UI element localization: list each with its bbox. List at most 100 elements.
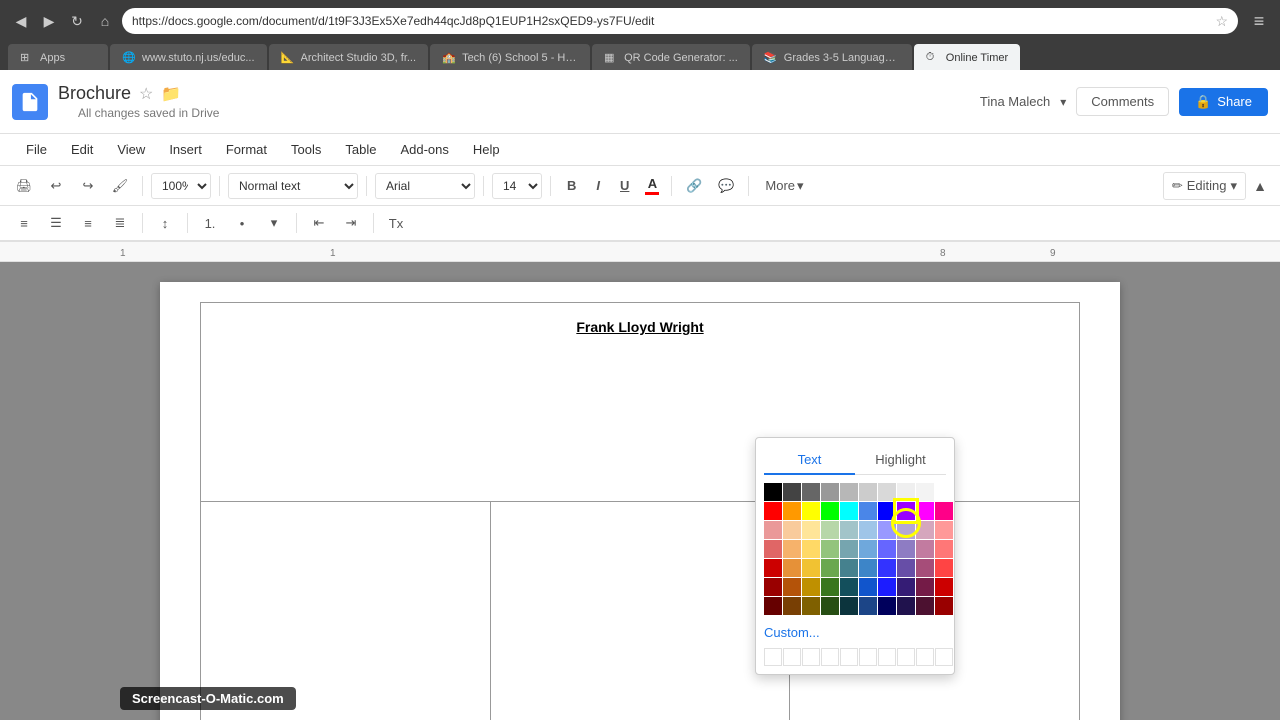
color-swatch[interactable] <box>916 597 934 615</box>
color-swatch[interactable] <box>764 502 782 520</box>
color-swatch[interactable] <box>878 540 896 558</box>
color-swatch[interactable] <box>859 578 877 596</box>
color-swatch[interactable] <box>840 578 858 596</box>
color-swatch[interactable] <box>878 559 896 577</box>
color-swatch[interactable] <box>802 483 820 501</box>
tab-text[interactable]: Text <box>764 446 855 475</box>
collapse-toolbar-button[interactable]: ▲ <box>1250 172 1270 200</box>
color-swatch[interactable] <box>821 483 839 501</box>
color-swatch[interactable] <box>802 578 820 596</box>
menu-tools[interactable]: Tools <box>281 138 331 161</box>
tab-qr[interactable]: ▦ QR Code Generator: ... <box>592 44 750 72</box>
color-swatch[interactable] <box>764 540 782 558</box>
color-swatch[interactable] <box>916 578 934 596</box>
recent-color-swatch[interactable] <box>916 648 934 666</box>
color-swatch[interactable] <box>859 597 877 615</box>
color-swatch[interactable] <box>764 483 782 501</box>
menu-format[interactable]: Format <box>216 138 277 161</box>
justify-button[interactable]: ≣ <box>106 209 134 237</box>
back-button[interactable]: ◀ <box>10 10 32 32</box>
color-swatch[interactable] <box>783 578 801 596</box>
increase-indent-button[interactable]: ⇥ <box>337 209 365 237</box>
menu-help[interactable]: Help <box>463 138 510 161</box>
forward-button[interactable]: ▶ <box>38 10 60 32</box>
color-swatch[interactable] <box>897 559 915 577</box>
paint-format-button[interactable]: 🖌 <box>106 172 134 200</box>
comment-button[interactable]: 💬 <box>712 172 740 200</box>
zoom-select[interactable]: 100% <box>151 173 211 199</box>
editing-mode-select[interactable]: ✏ Editing ▾ <box>1163 172 1246 200</box>
recent-color-swatch[interactable] <box>840 648 858 666</box>
share-button[interactable]: 🔒 Share <box>1179 88 1268 116</box>
menu-table[interactable]: Table <box>335 138 386 161</box>
color-swatch[interactable] <box>783 559 801 577</box>
color-swatch[interactable] <box>783 521 801 539</box>
underline-button[interactable]: U <box>612 172 637 200</box>
color-swatch[interactable] <box>935 483 953 501</box>
link-button[interactable]: 🔗 <box>680 172 708 200</box>
home-button[interactable]: ⌂ <box>94 10 116 32</box>
color-swatch[interactable] <box>802 559 820 577</box>
color-swatch[interactable] <box>764 597 782 615</box>
color-swatch[interactable] <box>897 540 915 558</box>
tab-grades[interactable]: 📚 Grades 3-5 Language ... <box>752 44 912 72</box>
color-swatch[interactable] <box>840 502 858 520</box>
recent-color-swatch[interactable] <box>821 648 839 666</box>
tab-apps[interactable]: ⊞ Apps <box>8 44 108 72</box>
color-swatch[interactable] <box>935 540 953 558</box>
ordered-list-button[interactable]: 1. <box>196 209 224 237</box>
address-bar[interactable]: https://docs.google.com/document/d/1t9F3… <box>122 8 1238 34</box>
color-swatch[interactable] <box>916 502 934 520</box>
bookmark-star[interactable]: ☆ <box>1215 13 1228 30</box>
color-swatch[interactable] <box>897 483 915 501</box>
font-size-select[interactable]: 14 <box>492 173 542 199</box>
print-button[interactable]: 🖨 <box>10 172 38 200</box>
color-swatch[interactable] <box>821 597 839 615</box>
align-left-button[interactable]: ≡ <box>10 209 38 237</box>
recent-color-swatch[interactable] <box>802 648 820 666</box>
color-swatch[interactable] <box>935 597 953 615</box>
menu-insert[interactable]: Insert <box>159 138 212 161</box>
custom-color-link[interactable]: Custom... <box>764 621 946 644</box>
color-swatch[interactable] <box>783 483 801 501</box>
line-spacing-button[interactable]: ↕ <box>151 209 179 237</box>
tab-tech[interactable]: 🏫 Tech (6) School 5 - Home <box>430 44 590 72</box>
redo-button[interactable]: ↪ <box>74 172 102 200</box>
color-swatch[interactable] <box>878 521 896 539</box>
doc-title[interactable]: Brochure <box>58 83 131 104</box>
color-swatch[interactable] <box>821 559 839 577</box>
font-name-select[interactable]: Arial <box>375 173 475 199</box>
color-swatch[interactable] <box>764 578 782 596</box>
menu-file[interactable]: File <box>16 138 57 161</box>
color-swatch[interactable] <box>821 540 839 558</box>
color-swatch[interactable] <box>840 540 858 558</box>
browser-menu-button[interactable]: ≡ <box>1248 10 1270 32</box>
more-button[interactable]: More ▾ <box>757 172 811 200</box>
paragraph-style-select[interactable]: Normal text <box>228 173 358 199</box>
color-swatch[interactable] <box>802 502 820 520</box>
color-swatch[interactable] <box>840 483 858 501</box>
color-swatch[interactable] <box>935 521 953 539</box>
recent-color-swatch[interactable] <box>935 648 953 666</box>
color-swatch[interactable] <box>802 597 820 615</box>
title-star-icon[interactable]: ☆ <box>139 84 153 104</box>
color-swatch[interactable] <box>878 502 896 520</box>
tab-highlight[interactable]: Highlight <box>855 446 946 474</box>
unordered-list-button[interactable]: • <box>228 209 256 237</box>
list-options-button[interactable]: ▾ <box>260 209 288 237</box>
refresh-button[interactable]: ↻ <box>66 10 88 32</box>
color-swatch[interactable] <box>764 559 782 577</box>
color-swatch[interactable] <box>916 540 934 558</box>
color-swatch[interactable] <box>897 578 915 596</box>
color-swatch[interactable] <box>802 521 820 539</box>
color-swatch[interactable] <box>878 597 896 615</box>
user-dropdown-icon[interactable]: ▾ <box>1060 95 1066 109</box>
color-swatch[interactable] <box>783 502 801 520</box>
color-swatch[interactable] <box>821 502 839 520</box>
color-swatch[interactable] <box>916 521 934 539</box>
color-swatch[interactable] <box>916 483 934 501</box>
bold-button[interactable]: B <box>559 172 584 200</box>
color-swatch[interactable] <box>859 483 877 501</box>
color-swatch[interactable] <box>821 578 839 596</box>
tab-architect[interactable]: 📐 Architect Studio 3D, fr... <box>269 44 429 72</box>
